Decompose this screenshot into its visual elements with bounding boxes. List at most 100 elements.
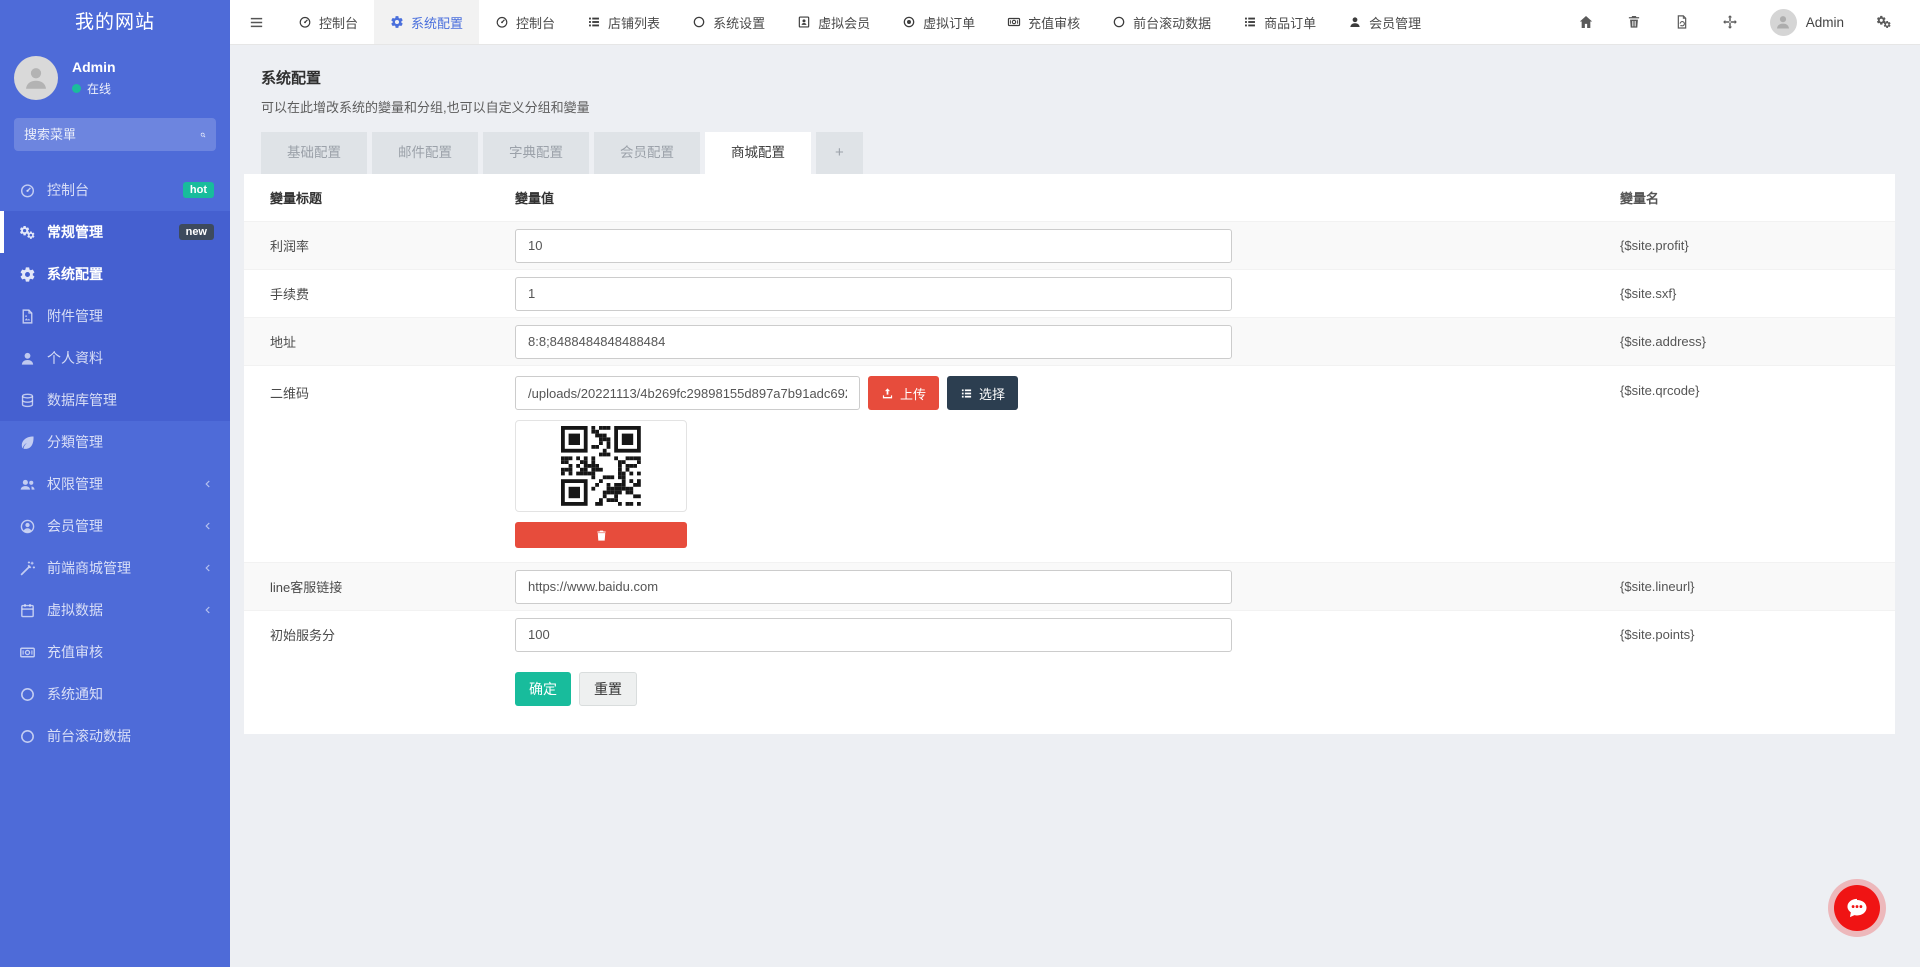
tab-basic-config[interactable]: 基础配置: [261, 132, 367, 174]
sidebar-item-system-notice[interactable]: 系统通知: [0, 673, 230, 715]
list-icon: [960, 387, 973, 400]
avatar: [14, 56, 58, 100]
topbar-tab-front-scroll-data[interactable]: 前台滚动数据: [1096, 0, 1227, 44]
variable-name: {$site.profit}: [1620, 238, 1895, 253]
gauge-icon: [19, 182, 36, 199]
qrcode-path-input[interactable]: [515, 376, 860, 410]
database-icon: [19, 392, 36, 409]
sidebar-item-recharge-audit[interactable]: 充值审核: [0, 631, 230, 673]
user-menu[interactable]: Admin: [1770, 9, 1844, 36]
chevron-left-icon: [202, 562, 214, 574]
money-icon: [1007, 15, 1021, 29]
choose-button[interactable]: 选择: [947, 376, 1018, 410]
id-card-icon: [797, 15, 811, 29]
list-icon: [1243, 15, 1257, 29]
topbar-tab-product-orders[interactable]: 商品订单: [1227, 0, 1332, 44]
topbar-tab-system-settings[interactable]: 系统设置: [676, 0, 781, 44]
page-title: 系统配置: [261, 67, 1895, 88]
online-status-label: 在线: [87, 80, 111, 97]
chevron-left-icon: [202, 478, 214, 490]
circle-icon: [19, 728, 36, 745]
field-label: 初始服务分: [244, 625, 515, 644]
topbar-tab-shop-list[interactable]: 店铺列表: [571, 0, 676, 44]
settings-gears-icon[interactable]: [1876, 14, 1892, 30]
config-tabs: 基础配置 邮件配置 字典配置 会员配置 商城配置 +: [244, 132, 1895, 174]
money-icon: [19, 644, 36, 661]
config-panel: 變量标题 變量值 變量名 利润率 {$site.profit} 手续费 {$si…: [244, 174, 1895, 734]
fee-input[interactable]: [515, 277, 1232, 311]
sidebar-item-attachments[interactable]: 附件管理: [0, 295, 230, 337]
topbar: 控制台 系统配置 控制台 店铺列表 系统设置 虚拟会员 虚拟订单 充值审核 前台…: [230, 0, 1920, 45]
chat-bubble-icon: [1844, 895, 1870, 921]
topbar-tab-dashboard-2[interactable]: 控制台: [479, 0, 571, 44]
sidebar-item-front-mall[interactable]: 前端商城管理: [0, 547, 230, 589]
home-icon[interactable]: [1578, 14, 1594, 30]
initial-points-input[interactable]: [515, 618, 1232, 652]
tab-dictionary-config[interactable]: 字典配置: [483, 132, 589, 174]
calendar-icon: [19, 602, 36, 619]
main-content: 系统配置 可以在此增改系统的變量和分组,也可以自定义分组和變量 基础配置 邮件配…: [230, 45, 1920, 967]
sidebar-item-category[interactable]: 分類管理: [0, 421, 230, 463]
sidebar-item-general-management[interactable]: 常规管理 new: [0, 211, 230, 253]
column-header-name: 變量名: [1620, 188, 1895, 207]
upload-button[interactable]: 上传: [868, 376, 939, 410]
sidebar-item-system-config[interactable]: 系统配置: [0, 253, 230, 295]
tab-member-config[interactable]: 会员配置: [594, 132, 700, 174]
delete-image-button[interactable]: [515, 522, 687, 548]
sidebar-menu: 控制台 hot 常规管理 new 系统配置 附件管理 个人資料 数据库管理 分類…: [0, 161, 230, 967]
clear-cache-icon[interactable]: [1674, 14, 1690, 30]
trash-icon: [595, 529, 608, 542]
variable-name: {$site.sxf}: [1620, 286, 1895, 301]
chat-support-button[interactable]: [1834, 885, 1880, 931]
qrcode-image: [561, 426, 641, 506]
sidebar-user-panel: Admin 在线: [0, 46, 230, 114]
gears-icon: [19, 224, 36, 241]
table-header-row: 變量标题 變量值 變量名: [244, 174, 1895, 221]
sidebar-item-database[interactable]: 数据库管理: [0, 379, 230, 421]
search-icon[interactable]: [200, 128, 206, 142]
user-circle-icon: [19, 518, 36, 535]
list-icon: [587, 15, 601, 29]
sidebar-item-virtual-data[interactable]: 虚拟数据: [0, 589, 230, 631]
menu-search-input[interactable]: [24, 127, 200, 142]
field-label: line客服链接: [244, 577, 515, 596]
tab-mall-config[interactable]: 商城配置: [705, 132, 811, 174]
topbar-tab-dashboard[interactable]: 控制台: [282, 0, 374, 44]
reset-button[interactable]: 重置: [579, 672, 637, 706]
topbar-tab-recharge-audit[interactable]: 充值审核: [991, 0, 1096, 44]
add-tab-button[interactable]: +: [816, 132, 863, 174]
column-header-title: 變量标题: [244, 188, 515, 207]
line-service-url-input[interactable]: [515, 570, 1232, 604]
sidebar-item-profile[interactable]: 个人資料: [0, 337, 230, 379]
topbar-tab-member-management[interactable]: 会员管理: [1332, 0, 1437, 44]
site-title: 我的网站: [0, 0, 230, 46]
topbar-tab-virtual-orders[interactable]: 虚拟订单: [886, 0, 991, 44]
gauge-icon: [495, 15, 509, 29]
sidebar-toggle-button[interactable]: [230, 0, 282, 44]
gauge-icon: [298, 15, 312, 29]
qrcode-preview: [515, 420, 687, 512]
field-label: 地址: [244, 332, 515, 351]
fullscreen-icon[interactable]: [1722, 14, 1738, 30]
variable-name: {$site.points}: [1620, 627, 1895, 642]
hot-badge: hot: [183, 182, 214, 198]
field-label: 手续费: [244, 284, 515, 303]
variable-name: {$site.lineurl}: [1620, 579, 1895, 594]
circle-icon: [692, 15, 706, 29]
user-icon: [1348, 15, 1362, 29]
column-header-value: 變量值: [515, 188, 1620, 207]
trash-icon[interactable]: [1626, 14, 1642, 30]
sidebar-item-dashboard[interactable]: 控制台 hot: [0, 169, 230, 211]
online-status-dot: [72, 84, 81, 93]
sidebar-item-permissions[interactable]: 权限管理: [0, 463, 230, 505]
tab-email-config[interactable]: 邮件配置: [372, 132, 478, 174]
address-input[interactable]: [515, 325, 1232, 359]
profit-rate-input[interactable]: [515, 229, 1232, 263]
sidebar-item-front-scroll-data[interactable]: 前台滚动数据: [0, 715, 230, 757]
new-badge: new: [179, 224, 214, 240]
submit-button[interactable]: 确定: [515, 672, 571, 706]
topbar-tab-system-config[interactable]: 系统配置: [374, 0, 479, 44]
sidebar-item-members[interactable]: 会员管理: [0, 505, 230, 547]
topbar-tab-virtual-members[interactable]: 虚拟会员: [781, 0, 886, 44]
table-row: line客服链接 {$site.lineurl}: [244, 562, 1895, 610]
